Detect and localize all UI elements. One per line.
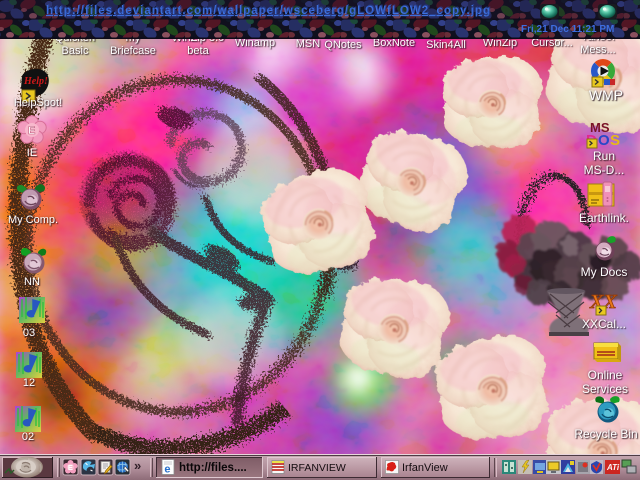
svg-text:e: e — [164, 464, 170, 476]
svg-text:S: S — [610, 132, 620, 149]
svg-text:O: O — [598, 132, 610, 149]
svg-text:E: E — [28, 125, 35, 137]
svg-text:IrfanView: IrfanView — [402, 462, 448, 474]
svg-text:http://files....: http://files.... — [179, 462, 247, 474]
svg-text:E: E — [68, 463, 73, 472]
svg-text:ATi: ATi — [606, 463, 620, 472]
svg-text:Fri,21 Dec 11:21 PM: Fri,21 Dec 11:21 PM — [521, 24, 614, 35]
svg-text:»: » — [134, 458, 141, 473]
svg-text:IRFANVIEW: IRFANVIEW — [288, 462, 346, 474]
svg-text:http://files.deviantart.com/wa: http://files.deviantart.com/wallpaper/ws… — [47, 4, 491, 16]
svg-text:Help!: Help! — [23, 76, 48, 87]
